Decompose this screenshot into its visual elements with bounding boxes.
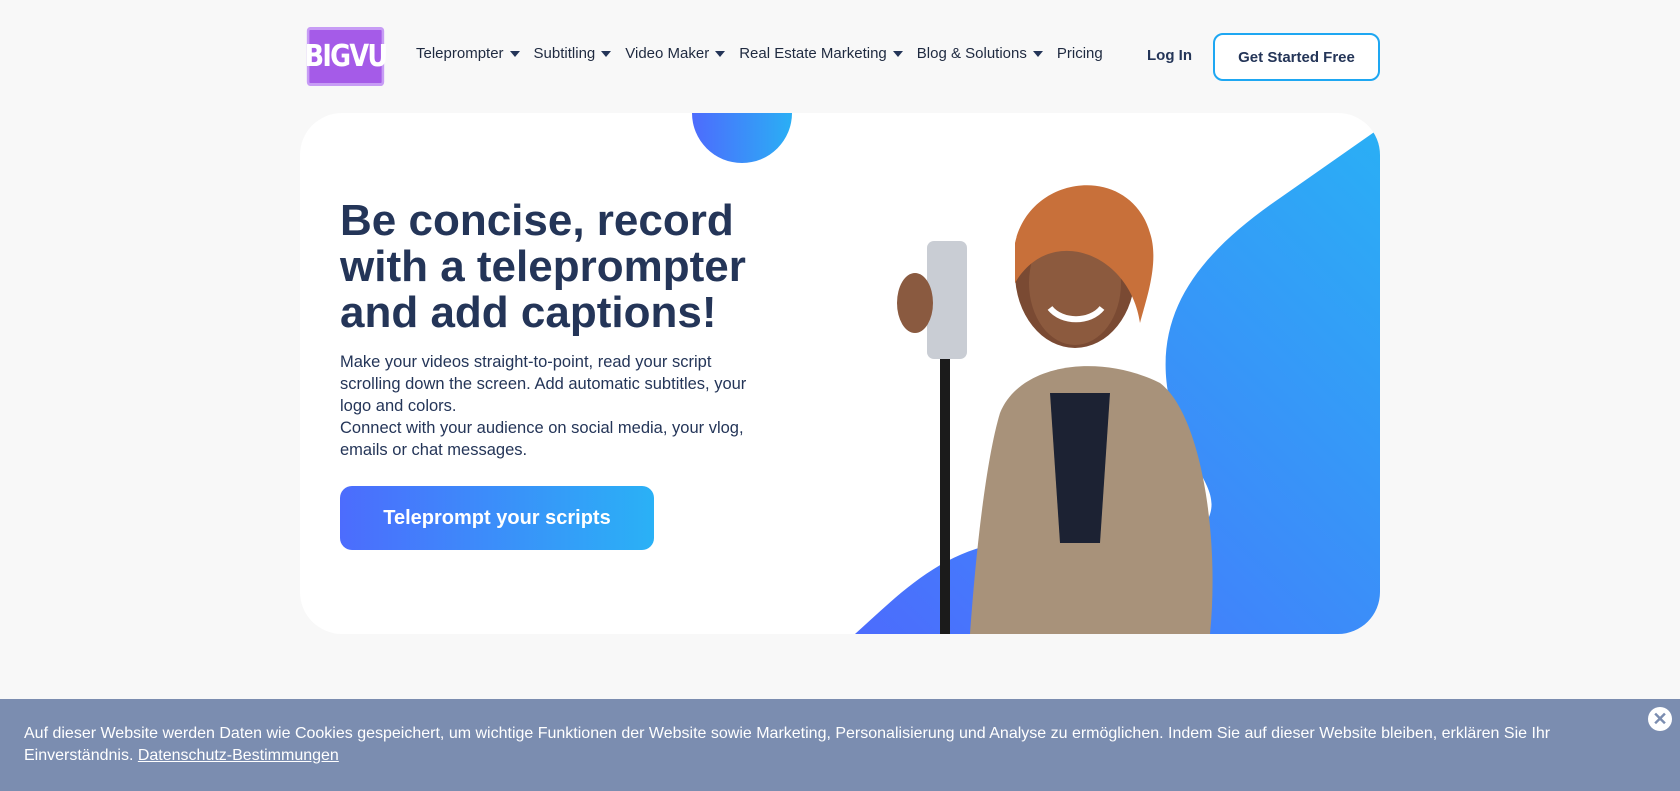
nav-teleprompter[interactable]: Teleprompter <box>416 45 520 62</box>
hero-description: Make your videos straight-to-point, read… <box>340 353 747 459</box>
hero-title: Be concise, record with a teleprompter a… <box>340 196 746 337</box>
caret-down-icon <box>892 50 903 57</box>
main-nav: Teleprompter Subtitling Video Maker Real… <box>416 45 1103 62</box>
nav-real-estate-marketing[interactable]: Real Estate Marketing <box>739 45 903 62</box>
get-started-button[interactable]: Get Started Free <box>1213 33 1380 81</box>
hero-card: Be concise, record with a teleprompter a… <box>300 113 1380 634</box>
caret-down-icon <box>601 50 612 57</box>
caret-down-icon <box>715 50 726 57</box>
privacy-policy-link[interactable]: Datenschutz-Bestimmungen <box>138 747 339 764</box>
nav-video-maker[interactable]: Video Maker <box>625 45 726 62</box>
cookie-banner: Auf dieser Website werden Daten wie Cook… <box>0 699 1680 791</box>
hero-illustration <box>855 128 1380 634</box>
bigvu-logo[interactable]: BIGVU <box>305 27 388 86</box>
teleprompt-scripts-button[interactable]: Teleprompt your scripts <box>340 486 654 550</box>
login-link[interactable]: Log In <box>1147 47 1192 64</box>
caret-down-icon <box>1032 50 1043 57</box>
close-icon[interactable]: ✕ <box>1648 707 1672 731</box>
nav-pricing[interactable]: Pricing <box>1057 45 1103 62</box>
caret-down-icon <box>509 50 520 57</box>
nav-subtitling[interactable]: Subtitling <box>534 45 612 62</box>
nav-blog-solutions[interactable]: Blog & Solutions <box>917 45 1043 62</box>
woman-photo <box>897 185 1213 634</box>
decorative-circle <box>692 113 792 163</box>
